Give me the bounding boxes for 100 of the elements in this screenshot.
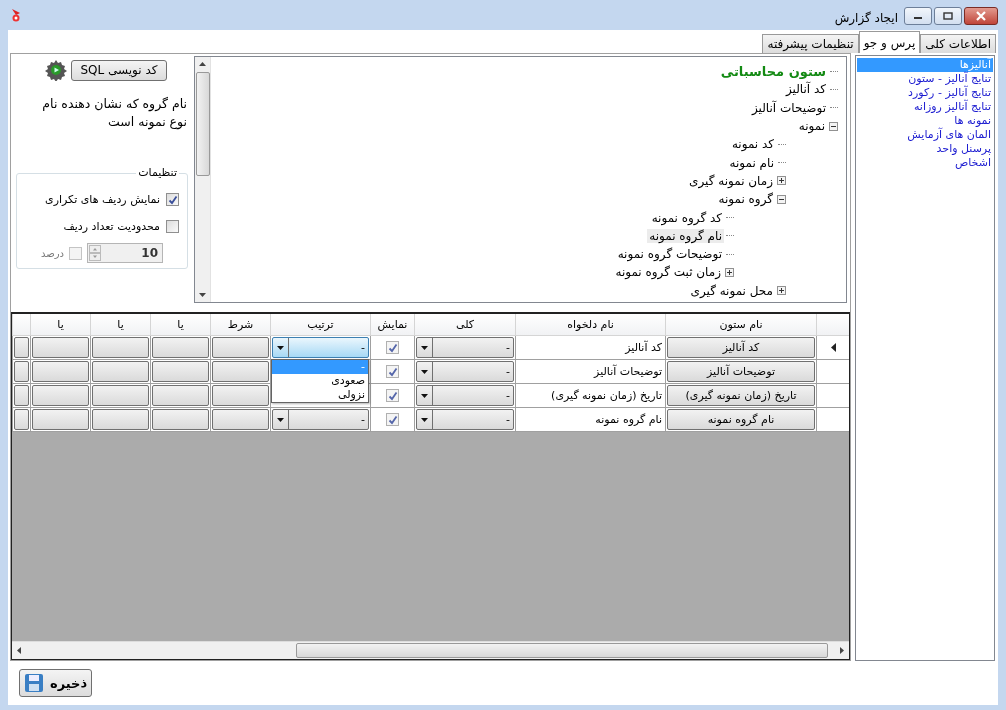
checkbox[interactable] [166,193,179,206]
tree-item[interactable]: زمان نمونه گیری [687,173,775,188]
tree-item[interactable]: نمونه [796,119,827,134]
caret-icon [421,369,428,374]
source-item[interactable]: تنایج آنالیز روزانه [857,100,993,114]
field-description: نام گروه که نشان دهنده نام نوع نمونه است [41,95,187,131]
condition-button[interactable] [92,385,149,407]
tree-item[interactable]: گروه نمونه [716,192,775,207]
maximize-button[interactable] [934,7,962,25]
row-header[interactable] [816,336,849,361]
tree-item[interactable]: زمان ثبت گروه نمونه [613,265,723,280]
checkbox-label: نمایش ردیف های تکراری [45,193,160,206]
scrollbar[interactable] [195,57,211,302]
condition-button[interactable] [212,337,269,359]
column-header[interactable]: یا [90,314,150,337]
tab[interactable]: تنظیمات پیشرفته [762,34,859,53]
dropdown-option[interactable]: نزولی [272,388,368,403]
tree-item[interactable]: نام گروه نمونه [647,228,724,243]
caret-icon [277,345,284,350]
run-icon[interactable] [45,59,67,81]
condition-button[interactable] [14,385,29,407]
expand-icon[interactable] [777,176,786,186]
sql-button[interactable]: کد نویسی SQL [71,59,167,81]
table-cell: کد آنالیز [515,336,665,361]
dropdown-field[interactable]: - [416,409,514,431]
checkbox[interactable] [166,220,179,233]
scrollbar[interactable] [12,641,849,659]
condition-button[interactable] [92,361,149,383]
column-header[interactable]: کلی [414,314,515,337]
condition-button[interactable] [32,361,89,383]
scroll-left-icon[interactable] [17,647,21,654]
minimize-button[interactable] [904,7,932,25]
tree-item[interactable]: توضیحات گروه نمونه [615,247,724,262]
condition-button[interactable] [212,409,269,431]
tree-item[interactable]: نام نمونه [727,155,776,170]
floppy-icon [23,673,44,693]
source-item[interactable]: المان های آزمایش [857,128,993,142]
expand-icon[interactable] [725,267,734,277]
source-item[interactable]: اشخاص [857,156,993,170]
condition-button[interactable] [32,409,89,431]
condition-button[interactable] [32,337,89,359]
column-name-button[interactable]: تاریخ (زمان نمونه گیری) [667,385,815,407]
tree-item[interactable]: ستون محاسباتی [718,63,828,79]
window-title: ایجاد گزارش [834,11,898,25]
condition-button[interactable] [14,361,29,383]
collapse-icon[interactable] [777,194,786,204]
dropdown-option[interactable]: صعودی [272,374,368,389]
source-item[interactable]: تنایج آنالیز - ستون [857,72,993,86]
source-item[interactable]: نمونه ها [857,114,993,128]
dropdown-field[interactable]: - [416,337,514,359]
tree-item[interactable]: کد نمونه [729,137,776,152]
condition-button[interactable] [212,361,269,383]
tree-item[interactable]: توضیحات آنالیز [749,100,828,115]
checkbox[interactable] [386,413,399,427]
tree-item[interactable]: کد آنالیز [783,82,828,97]
save-button[interactable]: ذخیره [19,669,92,697]
condition-button[interactable] [152,385,209,407]
condition-button[interactable] [152,361,209,383]
scroll-up-icon[interactable] [199,62,206,66]
dropdown-field[interactable]: - [272,409,369,431]
column-name-button[interactable]: توضیحات آنالیز [667,361,815,383]
condition-button[interactable] [152,409,209,431]
condition-button[interactable] [212,385,269,407]
column-header[interactable]: ترتیب [270,314,370,337]
column-header [816,314,849,337]
column-header[interactable]: نام ستون [665,314,816,337]
caret-icon [421,393,428,398]
dropdown-field[interactable]: - [272,337,369,359]
collapse-icon[interactable] [829,121,838,131]
column-header[interactable]: یا [30,314,90,337]
tree-item[interactable]: محل نمونه گیری [688,283,775,298]
checkbox-label: محدودیت تعداد ردیف [63,220,160,233]
caret-icon [421,345,428,350]
close-icon [975,11,987,21]
column-header[interactable]: نمایش [370,314,414,337]
source-item[interactable]: تنایج آنالیز - رکورد [857,86,993,100]
condition-button[interactable] [14,337,29,359]
source-item[interactable]: پرسنل واحد [857,142,993,156]
condition-button[interactable] [32,385,89,407]
condition-button[interactable] [14,409,29,431]
tab[interactable]: اطلاعات کلی [920,34,996,53]
condition-button[interactable] [152,337,209,359]
column-name-button[interactable]: نام گروه نمونه [667,409,815,431]
expand-icon[interactable] [777,286,786,296]
dropdown-field[interactable]: - [416,385,514,407]
close-button[interactable] [964,7,998,25]
scroll-right-icon[interactable] [840,647,844,654]
condition-button[interactable] [92,409,149,431]
checkbox[interactable] [386,365,399,379]
column-name-button[interactable]: کد آنالیز [667,337,815,359]
column-header[interactable]: شرط [210,314,270,337]
condition-button[interactable] [92,337,149,359]
column-header[interactable]: نام دلخواه [515,314,665,337]
column-header[interactable]: یا [150,314,210,337]
scroll-down-icon[interactable] [199,293,206,297]
checkbox[interactable] [386,341,399,355]
dropdown-field[interactable]: - [416,361,514,383]
tab[interactable]: پرس و جو [858,31,921,53]
tree-item[interactable]: کد گروه نمونه [649,210,724,225]
checkbox[interactable] [386,389,399,403]
